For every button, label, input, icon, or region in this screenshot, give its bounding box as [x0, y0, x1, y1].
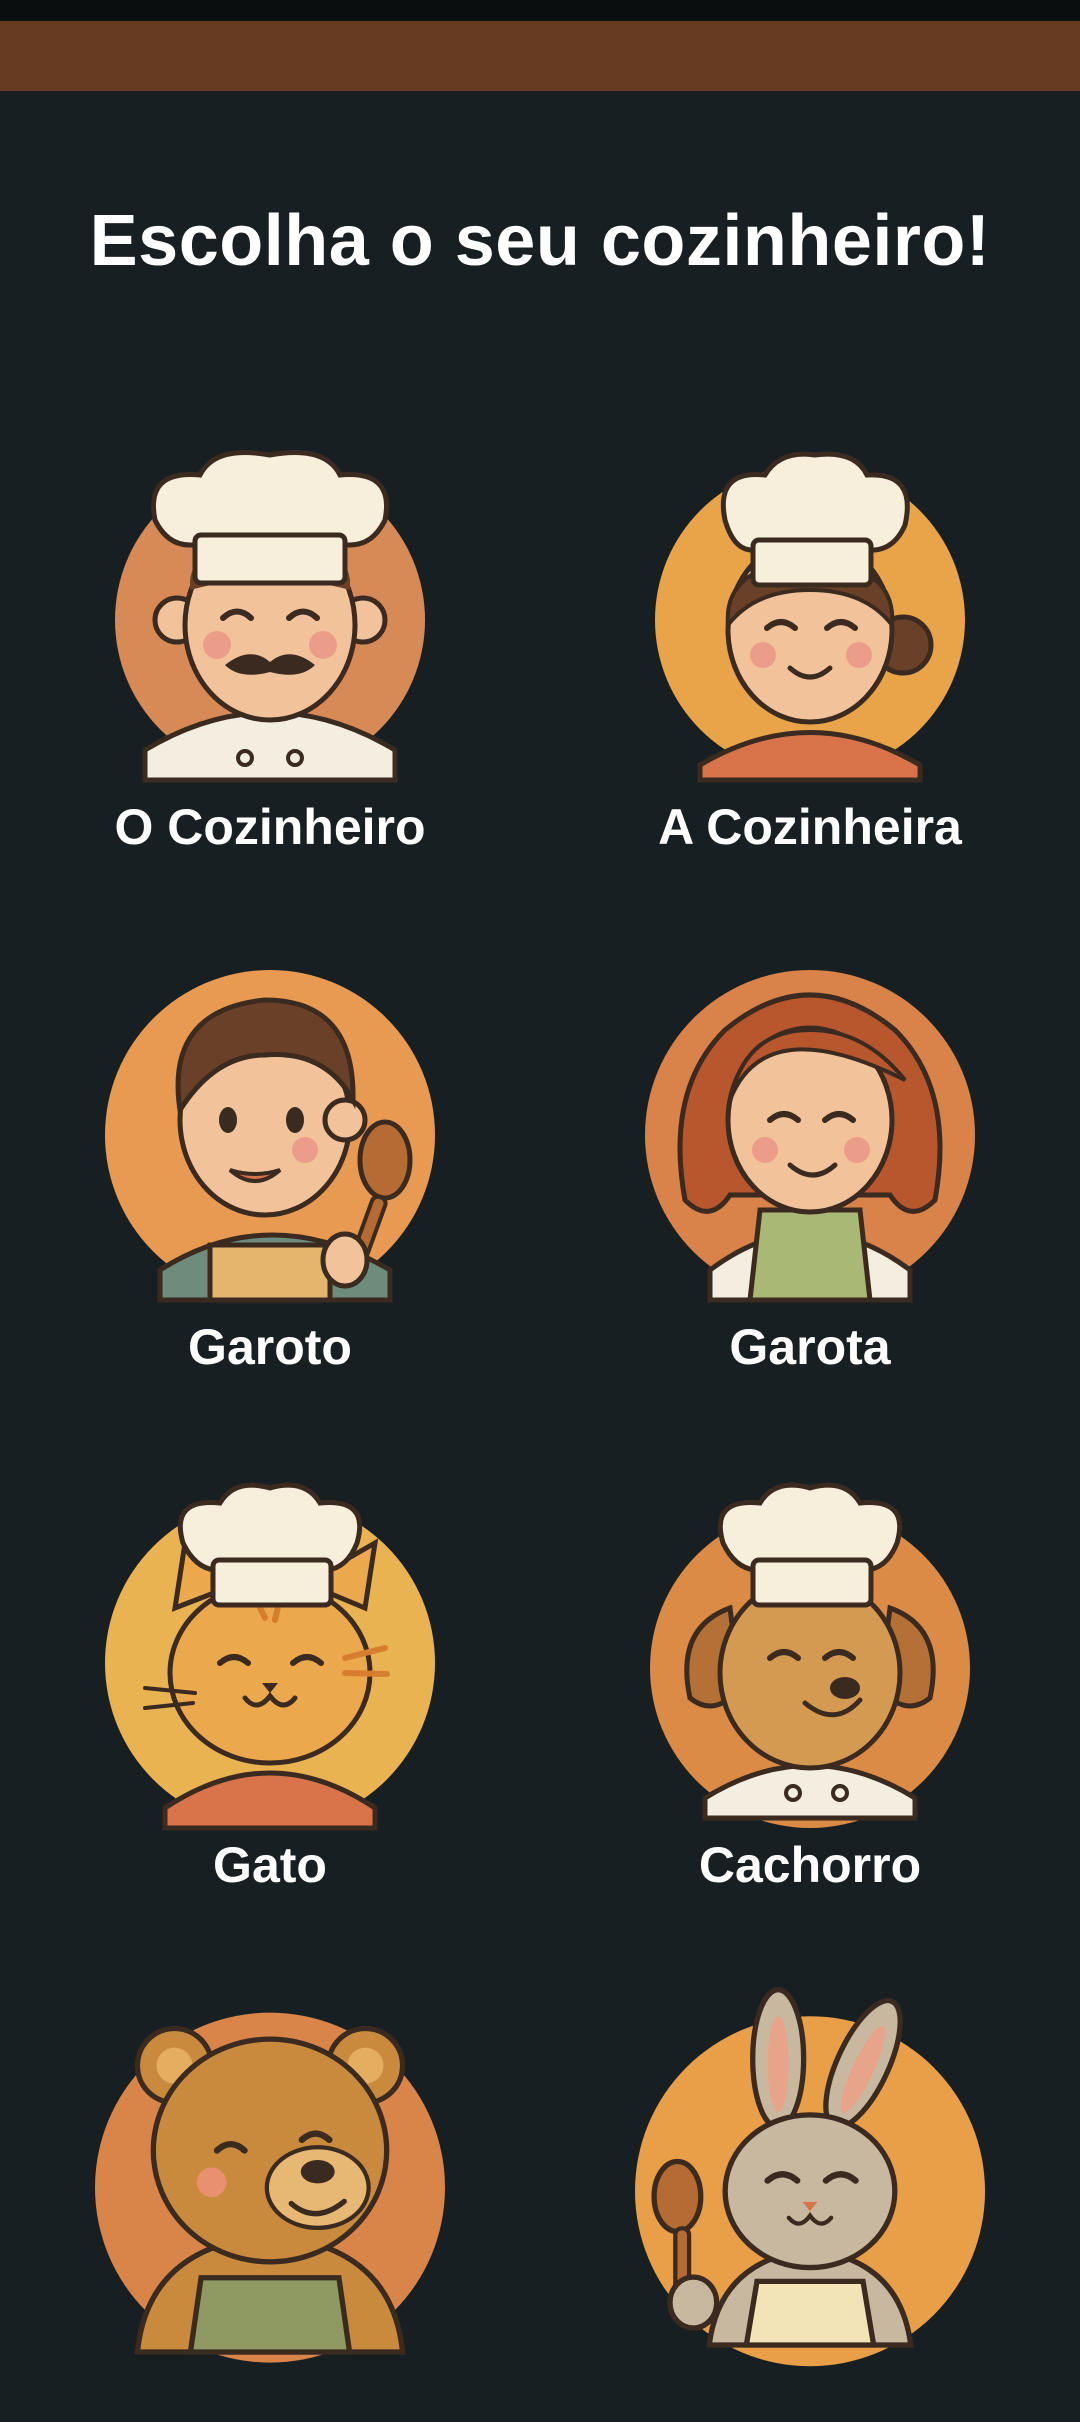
girl-icon [645, 970, 975, 1303]
chef-label: A Cozinheira [658, 799, 962, 855]
chef-option-bunny[interactable] [600, 1987, 1020, 2415]
chef-option-female-chef[interactable]: A Cozinheira [600, 450, 1020, 870]
app-bar [0, 21, 1080, 91]
chef-label: O Cozinheiro [114, 799, 426, 855]
dog-chef-icon [645, 1482, 975, 1828]
bear-icon [95, 2002, 445, 2363]
bunny-icon [635, 1987, 985, 2367]
female-chef-icon [645, 450, 975, 783]
chef-option-male-chef[interactable]: O Cozinheiro [60, 450, 480, 870]
chef-label: Gato [213, 1837, 327, 1893]
chef-option-cat[interactable]: Gato [60, 1482, 480, 1908]
status-bar [0, 0, 1080, 21]
chef-label: Garoto [188, 1319, 352, 1375]
chef-option-girl[interactable]: Garota [600, 970, 1020, 1390]
chef-option-bear[interactable] [60, 2002, 480, 2422]
male-chef-icon [105, 450, 435, 783]
cat-chef-icon [105, 1482, 435, 1831]
chef-label: Garota [729, 1319, 891, 1375]
chef-option-dog[interactable]: Cachorro [600, 1482, 1020, 1908]
page-title: Escolha o seu cozinheiro! [89, 201, 991, 281]
chef-label: Cachorro [698, 1837, 922, 1893]
chef-option-boy[interactable]: Garoto [60, 970, 480, 1390]
boy-icon [105, 970, 435, 1303]
